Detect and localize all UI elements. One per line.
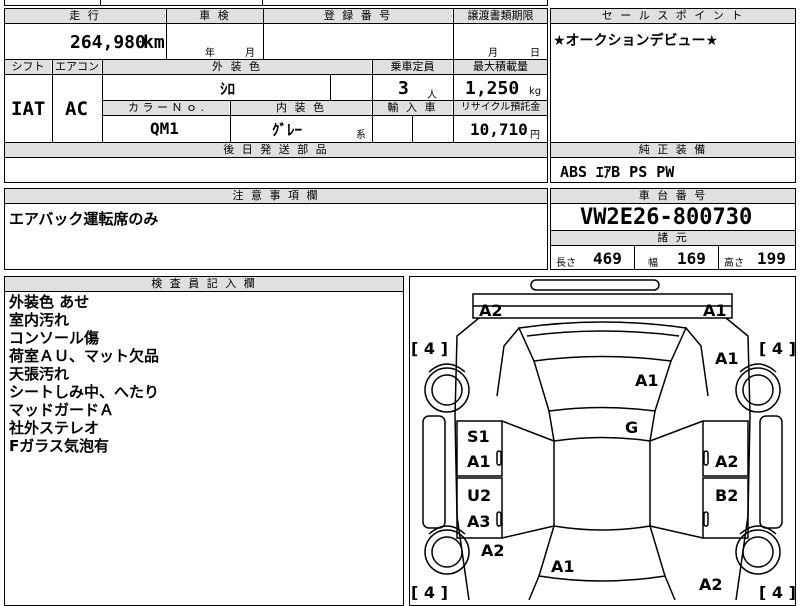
spec-width-label: 幅 bbox=[648, 258, 658, 269]
damage-mark: U2 bbox=[467, 486, 491, 505]
shift-header: シフト bbox=[5, 60, 51, 74]
damage-mark: G bbox=[625, 418, 638, 437]
spec-length-label: 長さ bbox=[556, 258, 576, 269]
spec-height-label: 高さ bbox=[724, 258, 744, 269]
recycle-value: 10,710 bbox=[470, 120, 528, 139]
exterior-color-header: 外 装 色 bbox=[103, 60, 371, 74]
shaken-header: 車 検 bbox=[167, 9, 263, 23]
inspector-note: 天張汚れ bbox=[9, 365, 70, 383]
inspector-note: 室内汚れ bbox=[9, 311, 70, 329]
chassis-number: VW2E26-800730 bbox=[580, 205, 753, 230]
caution-header: 注 意 事 項 欄 bbox=[5, 189, 547, 203]
inspector-notes: 外装色 あせ 室内汚れ コンソール傷 荷室ＡＵ、マット欠品 天張汚れ シートしみ… bbox=[9, 293, 159, 455]
damage-mark: A2 bbox=[479, 301, 503, 320]
shaken-year-label: 年 bbox=[205, 48, 215, 59]
damage-mark: A1 bbox=[635, 371, 659, 390]
mileage-header: 走 行 bbox=[5, 9, 165, 23]
windshield bbox=[517, 321, 688, 362]
inspector-header: 検 査 員 記 入 欄 bbox=[5, 277, 403, 291]
spec-width-value: 169 bbox=[677, 249, 706, 268]
max-load-value: 1,250 bbox=[465, 78, 520, 99]
recycle-header: リサイクル預託金 bbox=[454, 101, 547, 115]
aircon-value: AC bbox=[65, 98, 88, 120]
exterior-color-value: ｼﾛ bbox=[220, 80, 236, 98]
transfer-day-label: 日 bbox=[530, 48, 540, 59]
later-parts-header: 後 日 発 送 部 品 bbox=[5, 143, 547, 157]
mileage-unit: km bbox=[143, 32, 165, 53]
damage-mark: A2 bbox=[699, 575, 723, 594]
max-load-header: 最大積載量 bbox=[454, 60, 547, 74]
inspector-note: マッドガードＡ bbox=[9, 401, 115, 419]
left-side-strip bbox=[422, 415, 446, 529]
mileage-value: 264,980 bbox=[70, 32, 146, 53]
inspector-note: 社外ステレオ bbox=[9, 419, 100, 437]
aircon-header: エアコン bbox=[53, 60, 101, 74]
genuine-equipment-header: 純 正 装 備 bbox=[551, 143, 795, 157]
damage-mark: A2 bbox=[481, 541, 505, 560]
interior-color-value: ｸﾞﾚｰ bbox=[272, 121, 303, 139]
tire-label: [ 4 ] bbox=[759, 339, 796, 358]
transfer-docs-header: 譲渡書類期限 bbox=[454, 9, 547, 23]
tire-label: [ 4 ] bbox=[759, 583, 796, 600]
registration-header: 登 録 番 号 bbox=[264, 9, 452, 23]
chassis-header: 車 台 番 号 bbox=[551, 189, 795, 203]
sales-point-text: ★オークションデビュー★ bbox=[553, 33, 719, 49]
caution-text: エアバック運転席のみ bbox=[9, 210, 159, 228]
transfer-month-label: 月 bbox=[488, 48, 498, 59]
damage-mark: A1 bbox=[715, 349, 739, 368]
interior-color-suffix: 系 bbox=[356, 130, 366, 141]
color-no-header: カ ラ ー Ｎ ｏ . bbox=[103, 101, 229, 115]
capacity-value: 3 bbox=[398, 78, 409, 99]
damage-mark: A1 bbox=[467, 452, 491, 471]
car-diagram: [ 4 ] [ 4 ] [ 4 ] [ 4 ] A2 A1 A1 A1 G S1… bbox=[411, 279, 796, 600]
inspector-note: 外装色 あせ bbox=[9, 293, 90, 311]
damage-mark: A1 bbox=[551, 557, 575, 576]
inspector-note: 荷室ＡＵ、マット欠品 bbox=[9, 347, 160, 365]
capacity-header: 乗車定員 bbox=[373, 60, 452, 74]
spec-height-value: 199 bbox=[757, 249, 786, 268]
inspector-note: コンソール傷 bbox=[9, 329, 100, 347]
shaken-month-label: 月 bbox=[245, 48, 255, 59]
center-floor bbox=[553, 436, 651, 531]
damage-mark: A3 bbox=[467, 512, 491, 531]
front-bumper bbox=[530, 279, 660, 291]
capacity-unit: 人 bbox=[427, 90, 437, 101]
damage-mark: B2 bbox=[715, 486, 738, 505]
color-no-value: QM1 bbox=[150, 119, 179, 138]
genuine-equipment-text: ABS ｴｱB PS PW bbox=[560, 163, 675, 181]
recycle-unit: 円 bbox=[530, 130, 540, 141]
specs-header: 諸 元 bbox=[551, 231, 795, 245]
damage-mark: A2 bbox=[715, 452, 739, 471]
right-side-strip bbox=[759, 415, 783, 529]
sales-point-header: セ ー ル ス ポ イ ン ト bbox=[551, 9, 795, 23]
import-header: 輸 入 車 bbox=[373, 101, 452, 115]
interior-color-header: 内 装 色 bbox=[231, 101, 371, 115]
top-partial-row bbox=[4, 0, 548, 6]
shift-value: IAT bbox=[11, 98, 46, 120]
max-load-unit: kg bbox=[529, 86, 542, 97]
tire-label: [ 4 ] bbox=[411, 339, 448, 358]
inspector-note: Fガラス気泡有 bbox=[9, 437, 109, 455]
inspector-note: シートしみ中、へたり bbox=[9, 383, 160, 401]
tire-label: [ 4 ] bbox=[411, 583, 448, 600]
damage-mark: A1 bbox=[703, 301, 727, 320]
damage-mark: S1 bbox=[467, 427, 490, 446]
spec-length-value: 469 bbox=[593, 249, 622, 268]
